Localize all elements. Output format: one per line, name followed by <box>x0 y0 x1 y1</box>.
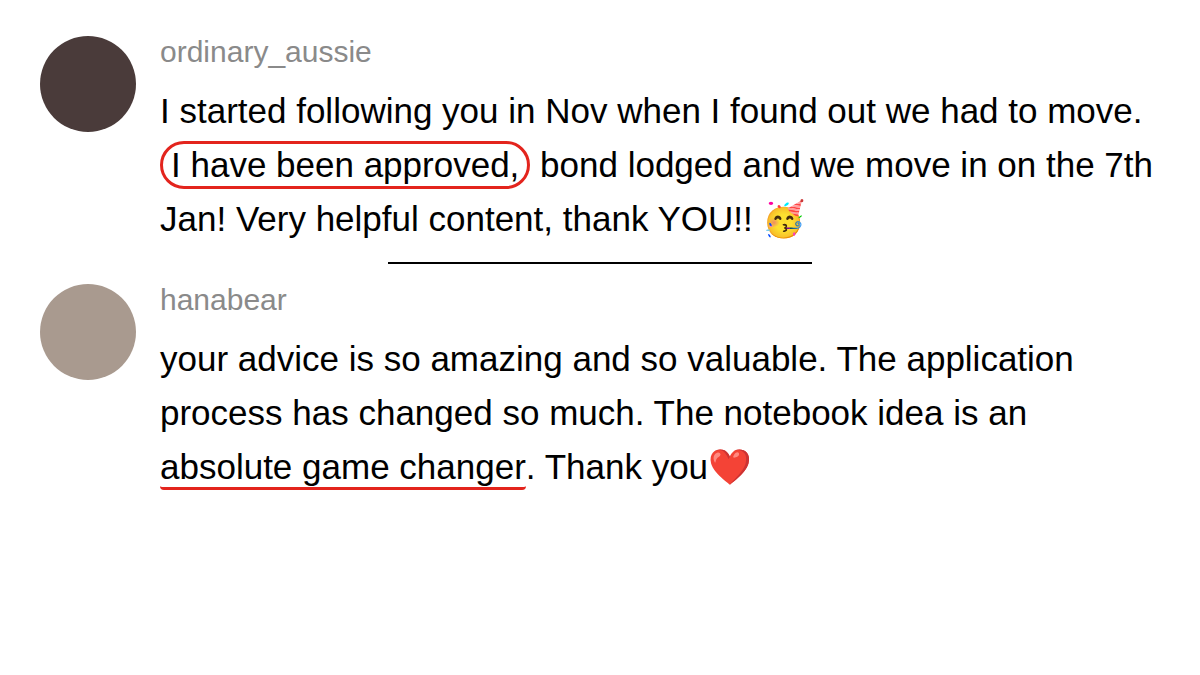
avatar[interactable] <box>40 36 136 132</box>
comment-text: I started following you in Nov when I fo… <box>160 84 1160 246</box>
screenshot: ordinary_aussie I started following you i… <box>0 0 1200 675</box>
comment-body: hanabear your advice is so amazing and so… <box>160 280 1160 494</box>
comment: ordinary_aussie I started following you i… <box>40 32 1176 246</box>
comment: hanabear your advice is so amazing and so… <box>40 280 1176 494</box>
avatar[interactable] <box>40 284 136 380</box>
username[interactable]: ordinary_aussie <box>160 32 1160 72</box>
comment-text-segment: I started following you in Nov when I fo… <box>160 91 1152 130</box>
comment-text-segment: . Thank you❤️ <box>526 447 752 486</box>
separator <box>388 262 812 264</box>
comment-body: ordinary_aussie I started following you i… <box>160 32 1160 246</box>
circled-text: I have been approved, <box>160 141 530 189</box>
comment-text-segment: your advice is so amazing and so valuabl… <box>160 339 1084 432</box>
separator-row <box>40 262 1176 264</box>
username[interactable]: hanabear <box>160 280 1160 320</box>
underlined-text: absolute game changer <box>160 447 526 490</box>
comment-text: your advice is so amazing and so valuabl… <box>160 332 1160 494</box>
